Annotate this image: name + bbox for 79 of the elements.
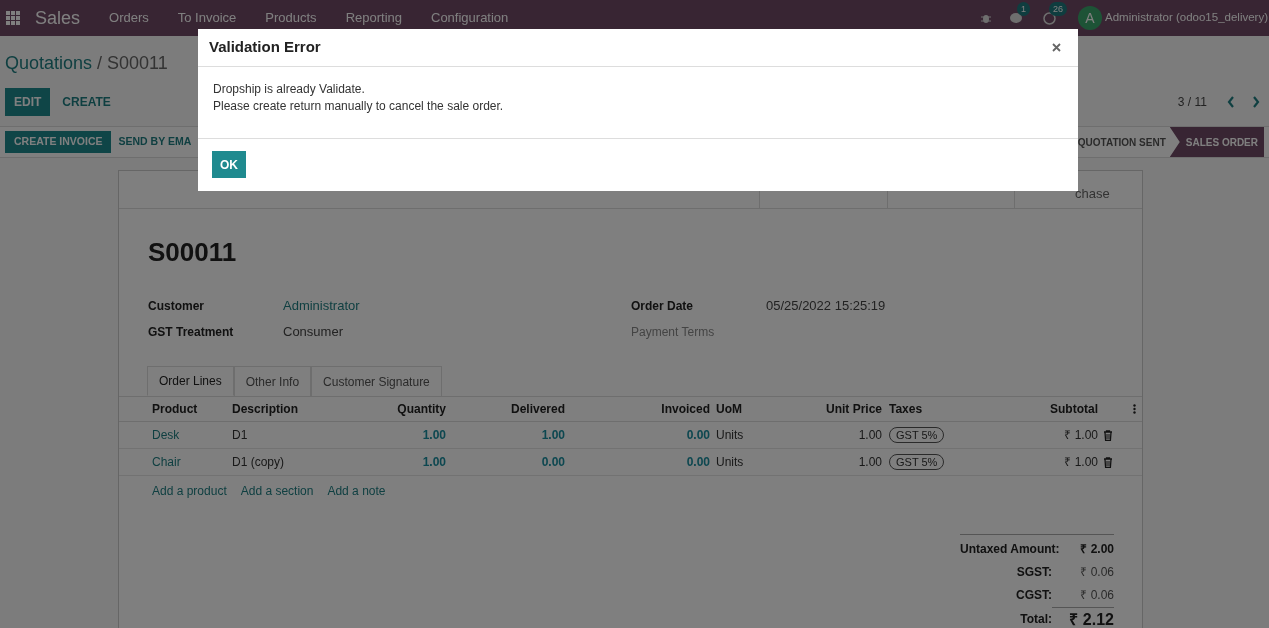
table-cell: 0.00 bbox=[541, 455, 565, 469]
table-cell: D1 bbox=[232, 428, 248, 442]
table-cell[interactable]: Chair bbox=[152, 455, 181, 469]
total-value: ₹ 0.06 bbox=[1079, 563, 1114, 581]
field-value: 05/25/2022 15:25:19 bbox=[766, 297, 886, 316]
total-value: ₹ 2.00 bbox=[1079, 540, 1114, 558]
action-button[interactable]: CREATE bbox=[50, 88, 123, 116]
table-cell[interactable]: Desk bbox=[152, 428, 180, 442]
status-step[interactable]: SALES ORDER bbox=[1169, 127, 1264, 157]
header-button[interactable]: CREATE INVOICE bbox=[5, 131, 112, 153]
field-value[interactable]: Administrator bbox=[283, 296, 360, 316]
table-cell: Units bbox=[716, 455, 744, 469]
previous-icon[interactable] bbox=[1227, 96, 1235, 108]
user-name[interactable]: Administrator (odoo15_delivery) bbox=[1105, 9, 1268, 27]
form-tab[interactable]: Other Info bbox=[233, 366, 312, 396]
table-cell: ₹ 1.00 bbox=[1064, 428, 1098, 442]
status-step[interactable]: QUOTATION SENT bbox=[1074, 127, 1170, 157]
trash-icon[interactable] bbox=[1103, 456, 1113, 468]
column-header[interactable]: Description bbox=[232, 400, 362, 418]
action-button[interactable]: EDIT bbox=[5, 88, 51, 116]
form-tab[interactable]: Customer Signature bbox=[311, 366, 442, 396]
breadcrumb-separator: / bbox=[97, 52, 103, 75]
activity-badge: 26 bbox=[1049, 1, 1067, 16]
nav-menu-item[interactable]: Orders bbox=[109, 8, 149, 28]
table-cell: 1.00 bbox=[422, 455, 446, 469]
total-label: CGST: bbox=[1016, 586, 1052, 604]
table-cell: ₹ 1.00 bbox=[1064, 455, 1098, 469]
field-label: Payment Terms bbox=[631, 324, 716, 341]
bug-icon[interactable] bbox=[981, 12, 991, 24]
nav-menu-item[interactable]: Reporting bbox=[345, 8, 402, 28]
total-label: Untaxed Amount: bbox=[960, 540, 1060, 558]
table-cell: Units bbox=[716, 428, 744, 442]
table-cell: 1.00 bbox=[858, 428, 882, 442]
kebab-menu-icon[interactable] bbox=[1133, 404, 1136, 414]
form-tab[interactable]: Order Lines bbox=[147, 366, 234, 396]
column-header[interactable]: Invoiced bbox=[565, 400, 710, 418]
nav-menu-item[interactable]: Products bbox=[265, 8, 317, 28]
column-header[interactable]: Taxes bbox=[882, 400, 980, 418]
header-button[interactable]: SEND BY EMA bbox=[111, 131, 199, 153]
field-label: GST Treatment bbox=[148, 324, 235, 341]
dialog-title: Validation Error bbox=[209, 37, 321, 58]
column-header[interactable]: Delivered bbox=[446, 400, 565, 418]
add-line-link[interactable]: Add a product bbox=[152, 482, 227, 500]
total-value: ₹ 0.06 bbox=[1079, 586, 1114, 604]
field-label: Customer bbox=[148, 298, 205, 315]
column-header[interactable]: Product bbox=[152, 400, 232, 418]
trash-icon[interactable] bbox=[1103, 429, 1113, 441]
apps-grid-icon[interactable] bbox=[6, 11, 20, 25]
notification-badge: 1 bbox=[1017, 2, 1030, 16]
table-cell: D1 (copy) bbox=[232, 455, 284, 469]
table-cell: 1.00 bbox=[858, 455, 882, 469]
column-header[interactable]: Quantity bbox=[362, 400, 446, 418]
order-number: S00011 bbox=[148, 236, 238, 269]
column-header[interactable]: Unit Price bbox=[800, 400, 882, 418]
breadcrumb-link[interactable]: Quotations bbox=[5, 50, 93, 77]
column-header[interactable]: Subtotal bbox=[980, 400, 1098, 418]
breadcrumb-current: S00011 bbox=[107, 52, 168, 75]
total-label: Total: bbox=[1020, 611, 1052, 628]
table-cell: 0.00 bbox=[686, 428, 710, 442]
close-icon[interactable] bbox=[1052, 43, 1061, 52]
total-label: SGST: bbox=[1016, 563, 1052, 581]
field-label: Order Date bbox=[631, 298, 695, 315]
field-value: Consumer bbox=[283, 323, 343, 342]
table-cell: 0.00 bbox=[686, 455, 710, 469]
user-avatar[interactable]: A bbox=[1078, 6, 1102, 30]
next-icon[interactable] bbox=[1252, 96, 1260, 108]
dialog-message: Please create return manually to cancel the sale order. bbox=[213, 98, 505, 115]
column-header[interactable]: UoM bbox=[710, 400, 800, 418]
total-value: ₹ 2.12 bbox=[1052, 606, 1114, 628]
table-cell: 1.00 bbox=[422, 428, 446, 442]
add-line-link[interactable]: Add a section bbox=[240, 482, 314, 500]
nav-menu-item[interactable]: Configuration bbox=[431, 8, 509, 28]
ok-button[interactable]: OK bbox=[212, 151, 246, 178]
dialog-message: Dropship is already Validate. bbox=[213, 81, 366, 98]
nav-menu-item[interactable]: To Invoice bbox=[177, 8, 237, 28]
pager-value: 3 / 11 bbox=[1177, 94, 1207, 111]
app-name[interactable]: Sales bbox=[35, 4, 81, 32]
add-line-link[interactable]: Add a note bbox=[327, 482, 386, 500]
table-cell: 1.00 bbox=[541, 428, 565, 442]
